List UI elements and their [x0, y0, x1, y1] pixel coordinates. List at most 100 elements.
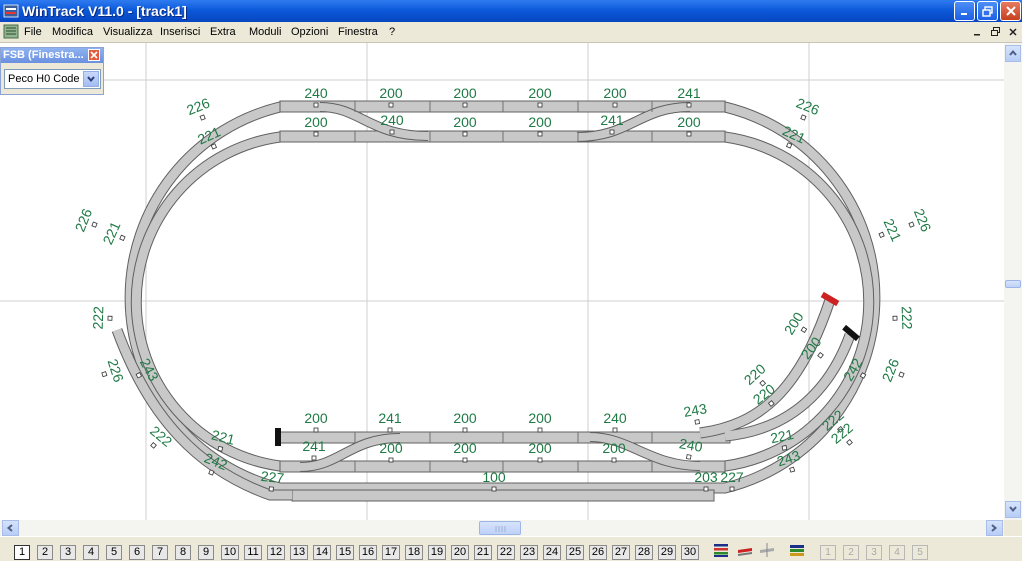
track-connector-marker — [537, 427, 543, 433]
layer-button-21[interactable]: 21 — [474, 545, 492, 560]
menu-file[interactable]: File — [24, 26, 42, 38]
layer-button-25[interactable]: 25 — [566, 545, 584, 560]
layer-button-5[interactable]: 5 — [106, 545, 122, 560]
track-connector-marker — [491, 486, 497, 492]
layer-button-26[interactable]: 26 — [589, 545, 607, 560]
menu-finestra[interactable]: Finestra — [338, 26, 378, 38]
view-button-5[interactable]: 5 — [912, 545, 928, 560]
wintrack-app-icon[interactable] — [3, 3, 19, 19]
minimize-button[interactable] — [954, 1, 975, 21]
restore-icon — [982, 6, 993, 17]
fsb-close-button[interactable] — [88, 49, 100, 61]
restore-button[interactable] — [977, 1, 998, 21]
layer-button-6[interactable]: 6 — [129, 545, 145, 560]
horizontal-scrollbar[interactable] — [0, 520, 1004, 536]
track-piece-label: 200 — [453, 410, 477, 426]
vertical-scrollbar[interactable] — [1004, 43, 1022, 520]
layer-button-11[interactable]: 11 — [244, 545, 262, 560]
mdi-restore-button[interactable] — [988, 25, 1002, 39]
library-dropdown[interactable]: Peco H0 Code — [4, 69, 101, 89]
layer-button-8[interactable]: 8 — [175, 545, 191, 560]
layer-button-30[interactable]: 30 — [681, 545, 699, 560]
track-connector-marker — [878, 231, 885, 239]
layer-red-icon[interactable] — [736, 542, 754, 558]
track-piece-label: 200 — [528, 410, 552, 426]
layer-button-23[interactable]: 23 — [520, 545, 538, 560]
track-piece-label: 221 — [99, 219, 123, 247]
menu-visualizza[interactable]: Visualizza — [103, 26, 152, 38]
layer-button-24[interactable]: 24 — [543, 545, 561, 560]
scroll-down-button[interactable] — [1005, 501, 1021, 518]
mdi-close-button[interactable] — [1006, 25, 1020, 39]
layer-button-28[interactable]: 28 — [635, 545, 653, 560]
horizontal-scroll-thumb[interactable] — [479, 521, 521, 535]
track-plan-drawing[interactable]: 240 200 200 200 200 241200 240 200 200 241 2002262… — [0, 43, 1004, 520]
scroll-left-button[interactable] — [2, 520, 19, 536]
layer-button-14[interactable]: 14 — [313, 545, 331, 560]
layer-button-16[interactable]: 16 — [359, 545, 377, 560]
layer-button-9[interactable]: 9 — [198, 545, 214, 560]
track-piece-label: 241 — [600, 112, 624, 128]
layer-button-12[interactable]: 12 — [267, 545, 285, 560]
fsb-title-bar[interactable]: FSB (Finestra... — [1, 48, 103, 63]
layer-button-10[interactable]: 10 — [221, 545, 239, 560]
layer-manager-icon[interactable] — [788, 542, 806, 558]
document-icon[interactable] — [3, 24, 19, 39]
fsb-panel[interactable]: FSB (Finestra... Peco H0 Code — [0, 47, 104, 95]
track-piece-label: 200 — [304, 410, 328, 426]
layer-button-15[interactable]: 15 — [336, 545, 354, 560]
menu-inserisci[interactable]: Inserisci — [160, 26, 200, 38]
menu-moduli[interactable]: Moduli — [249, 26, 281, 38]
track-piece-label: 200 — [528, 85, 552, 101]
vertical-scroll-thumb[interactable] — [1005, 280, 1021, 288]
view-button-4[interactable]: 4 — [889, 545, 905, 560]
track-piece-label: 222 — [899, 306, 916, 330]
menu-help[interactable]: ? — [389, 26, 395, 38]
layer-button-4[interactable]: 4 — [83, 545, 99, 560]
scroll-right-button[interactable] — [986, 520, 1003, 536]
layer-button-7[interactable]: 7 — [152, 545, 168, 560]
track-piece-label: 222 — [90, 306, 107, 330]
track-piece-label: 240 — [678, 435, 704, 455]
view-button-2[interactable]: 2 — [843, 545, 859, 560]
layer-button-3[interactable]: 3 — [60, 545, 76, 560]
layer-button-1[interactable]: 1 — [14, 545, 30, 560]
track-piece-label: 200 — [677, 114, 701, 130]
mdi-minimize-button[interactable] — [970, 25, 984, 39]
buffer-stop-left[interactable] — [275, 428, 281, 446]
track-piece-label: 240 — [603, 410, 627, 426]
layer-button-19[interactable]: 19 — [428, 545, 446, 560]
layer-button-2[interactable]: 2 — [37, 545, 53, 560]
menu-modifica[interactable]: Modifica — [52, 26, 93, 38]
track-piece-label: 200 — [379, 440, 403, 456]
track-connector-marker — [462, 427, 468, 433]
track-connector-marker — [694, 419, 700, 425]
layer-button-27[interactable]: 27 — [612, 545, 630, 560]
track-plan-canvas[interactable]: 240 200 200 200 200 241 200 240 200 200 241 200 226 2… — [0, 43, 1004, 520]
grid-lines — [0, 43, 1004, 520]
track-piece-label: 240 — [380, 112, 404, 128]
layers-stack-icon[interactable] — [712, 542, 730, 558]
layer-button-17[interactable]: 17 — [382, 545, 400, 560]
layer-button-18[interactable]: 18 — [405, 545, 423, 560]
layer-button-29[interactable]: 29 — [658, 545, 676, 560]
view-button-1[interactable]: 1 — [820, 545, 836, 560]
track-piece-label: 226 — [105, 357, 128, 384]
track-piece-label: 226 — [72, 206, 96, 234]
station-tracks[interactable] — [279, 431, 731, 502]
scroll-up-button[interactable] — [1005, 45, 1021, 62]
track-piece-label: 200 — [304, 114, 328, 130]
track-connector-marker — [462, 131, 468, 137]
layer-gray-icon[interactable] — [758, 542, 776, 558]
track-connector-marker — [609, 129, 615, 135]
layer-button-13[interactable]: 13 — [290, 545, 308, 560]
view-button-3[interactable]: 3 — [866, 545, 882, 560]
menu-extra[interactable]: Extra — [210, 26, 236, 38]
menu-opzioni[interactable]: Opzioni — [291, 26, 328, 38]
close-button[interactable] — [1000, 1, 1021, 21]
dropdown-arrow-button[interactable] — [83, 71, 99, 87]
track-connector-marker — [388, 457, 394, 463]
layer-button-22[interactable]: 22 — [497, 545, 515, 560]
layer-button-20[interactable]: 20 — [451, 545, 469, 560]
title-bar[interactable]: WinTrack V11.0 - [track1] — [0, 0, 1022, 22]
